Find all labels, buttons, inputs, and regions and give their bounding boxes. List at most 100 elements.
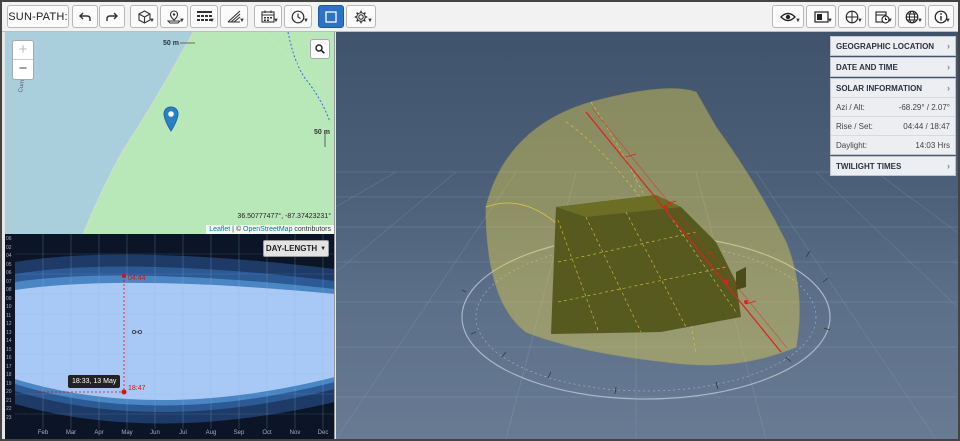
chart-tooltip: 18:33, 13 May — [68, 375, 121, 388]
redo-button[interactable] — [99, 5, 125, 28]
y-axis-tick-label: 15 — [6, 346, 12, 353]
x-axis-tick-label: Nov — [289, 430, 301, 436]
caret-down-icon: ▼ — [320, 245, 327, 252]
chevron-right-icon: › — [947, 41, 950, 51]
caret-down-icon: ▼ — [239, 18, 245, 24]
caret-down-icon: ▼ — [795, 18, 801, 24]
zoom-control: + − — [12, 40, 34, 80]
chevron-right-icon: › — [947, 83, 950, 93]
chart-mode-dropdown[interactable]: DAY-LENGTH ▼ — [263, 240, 329, 257]
caret-down-icon: ▼ — [179, 18, 185, 24]
day-length-chart[interactable]: 06 02 04 05 06 07 08 09 10 11 12 13 14 15 16 17 18 19 20 21… — [5, 234, 335, 439]
caret-down-icon: ▼ — [917, 18, 923, 24]
sunset-marker-label: 18:47 — [128, 385, 146, 392]
y-axis-tick-label: 19 — [6, 380, 12, 387]
geographic-location-header[interactable]: GEOGRAPHIC LOCATION › — [831, 37, 955, 55]
solar-information-header[interactable]: SOLAR INFORMATION › — [831, 79, 955, 97]
undo-icon — [79, 12, 91, 21]
map-search-button[interactable] — [310, 39, 330, 59]
y-axis-tick-label: 18 — [6, 372, 12, 378]
y-axis-tick-label: 17 — [6, 363, 12, 370]
x-axis-tick-label: Aug — [205, 430, 217, 436]
leaflet-link[interactable]: Leaflet — [209, 226, 230, 233]
settings-menu-button[interactable]: ▼ — [346, 5, 376, 28]
y-axis-tick-label: 21 — [6, 397, 12, 404]
location-menu-button[interactable]: ▼ — [160, 5, 188, 28]
x-axis-tick-label: Jun — [150, 430, 160, 436]
y-axis-tick-label: 12 — [6, 321, 12, 327]
x-axis-tick-label: May — [121, 430, 133, 436]
chevron-right-icon: › — [947, 62, 950, 72]
y-axis-tick-label: 22 — [6, 406, 12, 412]
gear-icon — [354, 10, 368, 23]
x-axis-tick-label: Oct — [262, 430, 272, 436]
time-menu-button[interactable]: ▼ — [284, 5, 312, 28]
row-value: -68.29° / 2.07° — [898, 102, 950, 112]
zoom-out-button[interactable]: − — [13, 60, 33, 79]
date-time-panel[interactable]: DATE AND TIME › — [830, 57, 956, 77]
y-axis-tick-label: 11 — [6, 312, 12, 319]
attribution-tail: contributors — [292, 226, 331, 233]
caret-down-icon: ▼ — [209, 18, 215, 24]
y-axis-tick-label: 13 — [6, 329, 12, 336]
y-axis-tick-label: 06 — [6, 270, 12, 276]
geographic-location-panel[interactable]: GEOGRAPHIC LOCATION › — [830, 36, 956, 56]
y-axis-tick-label: 07 — [6, 278, 12, 285]
map-coordinates: 36.50777477°, -87.37423231° — [237, 213, 331, 220]
caret-down-icon: ▼ — [149, 18, 155, 24]
y-axis-tick-label: 04 — [6, 253, 12, 259]
caret-down-icon: ▼ — [367, 18, 373, 24]
chart-mode-label: DAY-LENGTH — [265, 244, 318, 253]
info-menu-button[interactable]: ▼ — [928, 5, 954, 28]
search-icon — [315, 44, 325, 54]
caret-down-icon: ▼ — [945, 18, 951, 24]
solar-information-panel[interactable]: SOLAR INFORMATION › Azi / Alt: -68.29° /… — [830, 78, 956, 155]
slope-menu-button[interactable]: ▼ — [220, 5, 248, 28]
y-axis-tick-label: 08 — [6, 287, 12, 293]
view-mode-toggle[interactable] — [318, 5, 344, 28]
date-time-header[interactable]: DATE AND TIME › — [831, 58, 955, 76]
x-axis-tick-label: Mar — [65, 430, 77, 436]
osm-link[interactable]: OpenStreetMap — [243, 226, 292, 233]
azimuth-altitude-row: Azi / Alt: -68.29° / 2.07° — [831, 97, 955, 116]
y-axis-tick-label: 02 — [6, 244, 12, 251]
map-marker-icon[interactable] — [163, 106, 179, 132]
scale-label-right: 50 m — [314, 129, 330, 136]
model-menu-button[interactable]: ▼ — [130, 5, 158, 28]
grid-menu-button[interactable]: ▼ — [190, 5, 218, 28]
y-axis-tick-label: 20 — [6, 389, 12, 395]
projection-menu-button[interactable]: ▼ — [838, 5, 866, 28]
rise-set-row: Rise / Set: 04:44 / 18:47 — [831, 116, 955, 135]
date-time-menu-button[interactable]: ▼ — [868, 5, 896, 28]
y-axis-tick-label: 16 — [6, 355, 12, 361]
y-axis-tick-label: 10 — [6, 304, 12, 310]
y-axis-tick-label: 05 — [6, 261, 12, 268]
y-axis-tick-label: 14 — [6, 338, 12, 344]
undo-button[interactable] — [72, 5, 98, 28]
row-label: Azi / Alt: — [836, 102, 865, 112]
date-menu-button[interactable]: ▼ — [254, 5, 282, 28]
y-axis-tick-label: 23 — [6, 414, 12, 421]
x-axis-tick-label: Apr — [94, 430, 104, 436]
geographic-location-title: GEOGRAPHIC LOCATION — [836, 41, 935, 51]
map-tiles — [5, 32, 334, 234]
chevron-right-icon: › — [947, 161, 950, 171]
x-axis-tick-label: Feb — [37, 430, 49, 436]
x-axis-tick-label: Sep — [233, 430, 245, 436]
row-value: 14:03 Hrs — [915, 140, 950, 150]
3d-viewport[interactable]: GEOGRAPHIC LOCATION › DATE AND TIME › SO… — [336, 32, 958, 439]
sun-path-menu-button[interactable]: SUN-PATH: — [7, 5, 69, 28]
caret-down-icon: ▼ — [827, 18, 833, 24]
eye-icon — [780, 12, 796, 21]
world-menu-button[interactable]: ▼ — [898, 5, 926, 28]
visibility-menu-button[interactable]: ▼ — [772, 5, 804, 28]
location-map[interactable]: Cumberland River + − 50 m 50 m 36.507774… — [5, 32, 335, 234]
caret-down-icon: ▼ — [303, 18, 309, 24]
square-icon — [325, 10, 337, 23]
display-menu-button[interactable]: ▼ — [806, 5, 836, 28]
map-attribution: Leaflet | © OpenStreetMap contributors — [206, 225, 334, 234]
twilight-times-panel[interactable]: TWILIGHT TIMES › — [830, 156, 956, 176]
app-window: SUN-PATH: ▼ ▼ ▼ ▼ ▼ ▼ ▼ ▼ ▼ ▼ ▼ ▼ ▼ + − … — [0, 0, 960, 441]
twilight-times-header[interactable]: TWILIGHT TIMES › — [831, 157, 955, 175]
zoom-in-button[interactable]: + — [13, 41, 33, 60]
